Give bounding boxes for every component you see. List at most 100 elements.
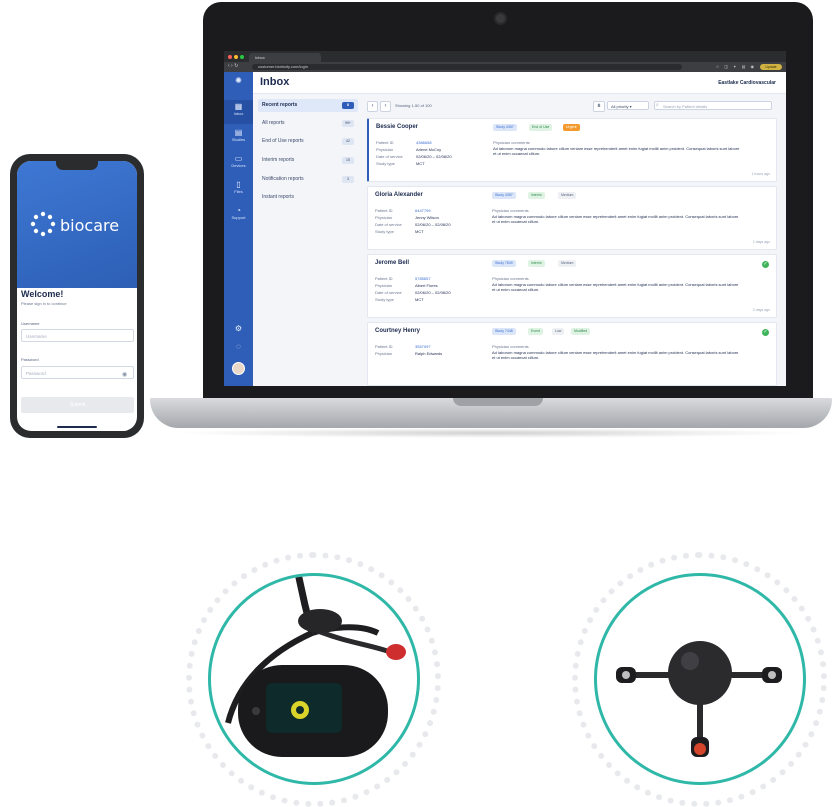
patient-name: Bessie Cooper [376,124,419,130]
browser-extension-icons[interactable]: ☆ ◫ ✦ ▤ ◉ [716,64,756,69]
study-type-value: MCT [415,297,424,302]
search-input[interactable]: Search by Patient details [654,101,772,110]
filter-interim-reports[interactable]: Interim reports 15 [258,154,358,167]
reviewed-check-icon: ✓ [762,261,769,268]
physician-comment: Ad laborum magna commodo labore cillum v… [493,146,740,156]
report-type-tag: Event [528,328,543,335]
filter-label: Interim reports [262,157,295,163]
welcome-heading: Welcome! [21,289,64,299]
patient-id-link[interactable]: 6447799 [415,208,431,213]
filter-notification-reports[interactable]: Notification reports 3 [258,173,358,186]
laptop-shadow [170,428,810,438]
field-label: Study type [375,297,394,302]
physician-comment: Ad laborum magna commodo labore cillum v… [492,350,739,360]
browser-tab[interactable]: Inbox [249,53,321,62]
browser-tab-bar: Inbox [224,51,786,62]
patient-id-link[interactable]: 3557097 [415,344,431,349]
report-type-tag: End of Use [529,124,553,131]
search-icon: ⌕ [656,102,659,108]
nav-item-support[interactable]: ◔ Support [224,206,253,220]
biocare-logo-icon [30,211,56,237]
next-page-button[interactable]: › [380,101,391,112]
comments-heading: Physician comments [493,140,530,145]
nav-item-files[interactable]: ▯ Files [224,180,253,194]
priority-select[interactable]: All priority ▾ [607,101,649,110]
field-label: Physician [375,351,393,356]
report-time: 2 days ago [752,308,770,312]
nav-item-devices[interactable]: ▭ Devices [224,154,253,168]
filter-recent-reports[interactable]: Recent reports 8 [258,99,358,112]
pagination-status: Showing 1-50 of 100 [395,103,432,108]
study-tag: Study 7448 [492,328,516,335]
comments-heading: Physician comments [492,276,529,281]
study-type-value: MCT [415,229,424,234]
filter-end-of-use-reports[interactable]: End of Use reports 42 [258,135,358,148]
username-placeholder: Username [26,334,47,339]
filter-icon[interactable]: ⩩ [593,101,605,112]
organization-name[interactable]: Eastlake Cardiovascular [718,80,776,86]
patient-id-link[interactable]: 5785657 [415,276,431,281]
date-of-service-value: 02/06/20 – 02/08/20 [416,154,452,159]
filter-count: 3 [342,176,354,183]
browser-update-button[interactable]: Update [760,64,782,70]
physician-value: Ralph Edwards [415,351,443,356]
patient-id-link[interactable]: 4386658 [416,140,432,145]
filter-count: 8 [342,102,354,109]
field-label: Date of service [376,154,403,159]
field-label: Physician [375,283,393,288]
close-window-icon[interactable] [228,55,232,59]
nav-item-studies[interactable]: ▤ Studies [224,128,253,142]
nav-label: Files [234,189,243,194]
brand-name: biocare [60,216,120,235]
username-label: Username [21,321,40,326]
back-forward-icons[interactable]: ‹ › ↻ [228,63,238,69]
filter-count: 15 [342,157,354,164]
settings-icon[interactable]: ⚙ [224,324,253,333]
prev-page-button[interactable]: ‹ [367,101,378,112]
minimize-window-icon[interactable] [234,55,238,59]
filter-label: Notification reports [262,176,304,182]
study-type-value: MCT [416,161,425,166]
password-field[interactable]: Password [21,366,134,379]
maximize-window-icon[interactable] [240,55,244,59]
url-field[interactable]: customer.biotricity.com/login [252,64,682,70]
date-of-service-value: 02/06/20 – 02/08/20 [415,222,451,227]
priority-tag: Low [552,328,565,335]
nav-item-inbox[interactable]: ▦ Inbox [224,100,253,124]
physician-value: Albert Flores [415,283,438,288]
report-card[interactable]: Gloria Alexander Study 4357 Interim Medi… [367,186,777,250]
study-tag: Study 4357 [493,124,517,131]
comments-heading: Physician comments [492,208,529,213]
field-label: Date of service [375,290,402,295]
app-sidebar: ✺ ▦ Inbox ▤ Studies ▭ Devices ▯ Files ◔ Suppo… [224,72,253,386]
browser-tab-title: Inbox [255,55,265,60]
password-label: Password [21,357,39,362]
physician-value: Jenny Wilson [415,215,439,220]
show-password-eye-icon[interactable]: ◉ [122,371,127,378]
reviewed-check-icon: ✓ [762,329,769,336]
report-card[interactable]: Jerome Bell Study 7849 Interim Medium ✓ … [367,254,777,318]
list-toolbar: ‹ › Showing 1-50 of 100 ⩩ All priority ▾… [367,100,777,112]
phone-notch [56,161,98,170]
modified-tag: Modified [571,328,591,335]
patient-name: Gloria Alexander [375,192,423,198]
study-tag: Study 4357 [492,192,516,199]
avatar[interactable] [224,362,253,376]
date-of-service-value: 02/06/20 – 02/08/20 [415,290,451,295]
priority-value: All priority [611,104,629,109]
filter-all-reports[interactable]: All reports 99+ [258,117,358,130]
username-field[interactable]: Username [21,329,134,342]
nav-label: Inbox [233,111,244,116]
app-logo-icon[interactable]: ✺ [224,76,253,85]
notifications-icon[interactable]: ◌ [224,342,253,351]
studies-icon: ▤ [234,128,243,137]
filter-label: End of Use reports [262,138,304,144]
report-card[interactable]: Bessie Cooper Study 4357 End of Use Urge… [367,118,777,182]
submit-button[interactable]: Submit [21,397,134,413]
field-label: Patient ID [375,276,393,281]
filter-instant-reports[interactable]: Instant reports [258,191,358,204]
inbox-icon: ▦ [234,102,243,111]
field-label: Physician [376,147,394,152]
report-card[interactable]: Courtney Henry Study 7448 Event Low Modi… [367,322,777,386]
browser-address-bar: ‹ › ↻ customer.biotricity.com/login ☆ ◫ … [224,62,786,72]
